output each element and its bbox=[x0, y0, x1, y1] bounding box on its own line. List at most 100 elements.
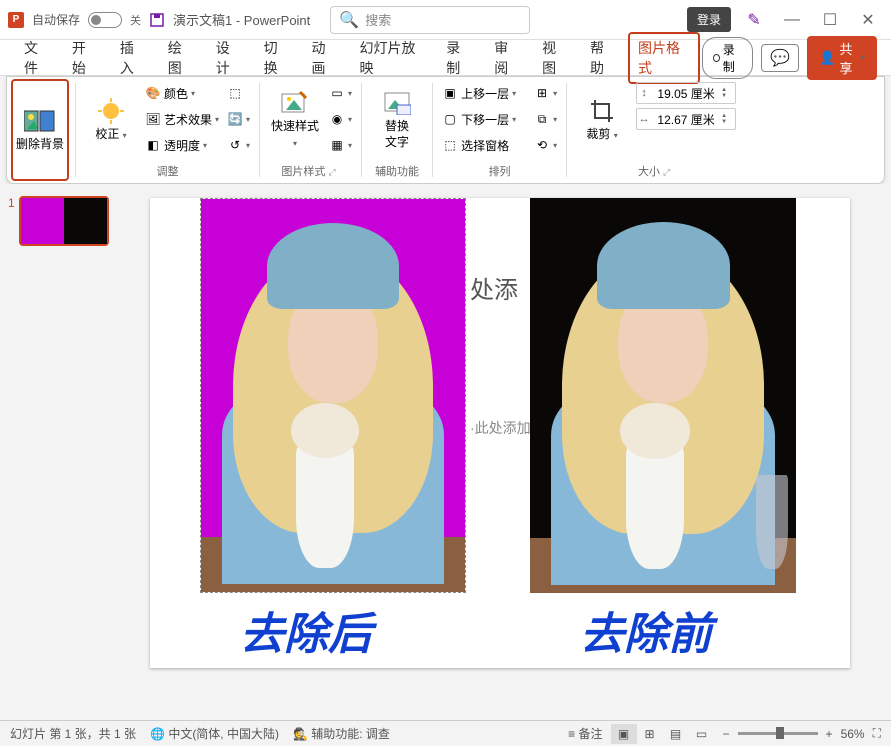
status-bar: 幻灯片 第 1 张，共 1 张 🌐 中文(简体, 中国大陆) 🕵 辅助功能: 调… bbox=[0, 720, 891, 746]
height-icon: ↕ bbox=[637, 87, 651, 99]
normal-view-button[interactable]: ▣ bbox=[611, 724, 637, 744]
corrections-button[interactable]: 校正 ▾ bbox=[82, 79, 140, 161]
tab-home[interactable]: 开始 bbox=[62, 32, 108, 84]
group-acc-label: 辅助功能 bbox=[368, 161, 426, 181]
group-button[interactable]: ⧉▾ bbox=[533, 107, 558, 131]
tab-file[interactable]: 文件 bbox=[14, 32, 60, 84]
compress-button[interactable]: ⬚ bbox=[226, 81, 251, 105]
change-pic-icon: 🔄 bbox=[227, 111, 243, 127]
selection-icon: ⬚ bbox=[442, 137, 458, 153]
tab-picture-format[interactable]: 图片格式 bbox=[628, 32, 700, 84]
zoom-slider[interactable] bbox=[738, 732, 818, 735]
slide-canvas[interactable]: 处添 ·此处添加 bbox=[130, 184, 891, 724]
reset-picture-button[interactable]: ↺▾ bbox=[226, 133, 251, 157]
pen-icon[interactable]: ✎ bbox=[739, 5, 769, 35]
fit-window-button[interactable]: ⛶ bbox=[873, 726, 881, 741]
accessibility-check[interactable]: 🕵 辅助功能: 调查 bbox=[293, 725, 390, 742]
tab-insert[interactable]: 插入 bbox=[110, 32, 156, 84]
crop-label: 裁剪 bbox=[586, 127, 610, 141]
caption-after: 去除后 bbox=[240, 598, 372, 662]
record-button[interactable]: 录制 bbox=[702, 37, 754, 79]
record-dot-icon bbox=[713, 54, 720, 62]
maximize-icon[interactable]: ☐ bbox=[815, 5, 845, 35]
login-button[interactable]: 登录 bbox=[687, 7, 731, 32]
picture-border-button[interactable]: ▭▾ bbox=[328, 81, 353, 105]
subtitle-placeholder[interactable]: ·此处添加 bbox=[470, 418, 531, 438]
image-before-content bbox=[530, 198, 796, 593]
sorter-view-button[interactable]: ⊞ bbox=[637, 724, 663, 744]
notes-label: 备注 bbox=[579, 727, 603, 741]
align-button[interactable]: ⊞▾ bbox=[533, 81, 558, 105]
styles-dialog-launcher[interactable]: ⤢ bbox=[328, 167, 339, 177]
image-before[interactable] bbox=[530, 198, 796, 593]
tab-animations[interactable]: 动画 bbox=[302, 32, 348, 84]
rotate-button[interactable]: ⟲▾ bbox=[533, 133, 558, 157]
chevron-down-icon: ▾ bbox=[861, 53, 865, 62]
width-spinner[interactable]: ▲▼ bbox=[721, 113, 735, 125]
send-back-icon: ▢ bbox=[442, 111, 458, 127]
save-icon[interactable] bbox=[149, 12, 165, 28]
close-icon[interactable]: ✕ bbox=[853, 5, 883, 35]
reset-icon: ↺ bbox=[227, 137, 243, 153]
ribbon: 删除背景 校正 ▾ 🎨颜色▾ 🖼艺术效果▾ ◧透明度▾ ⬚ 🔄▾ ↺▾ 调整 bbox=[6, 76, 885, 184]
alt-text-button[interactable]: 替换 文字 bbox=[368, 79, 426, 161]
zoom-level[interactable]: 56% bbox=[841, 727, 865, 741]
color-label: 颜色 bbox=[164, 85, 188, 102]
picture-effects-button[interactable]: ◉▾ bbox=[328, 107, 353, 131]
tab-help[interactable]: 帮助 bbox=[580, 32, 626, 84]
transparency-button[interactable]: ◧透明度▾ bbox=[144, 133, 220, 157]
selection-pane-button[interactable]: ⬚选择窗格 bbox=[441, 133, 527, 157]
bring-fwd-label: 上移一层 bbox=[461, 85, 509, 102]
artistic-effects-button[interactable]: 🖼艺术效果▾ bbox=[144, 107, 220, 131]
color-icon: 🎨 bbox=[145, 85, 161, 101]
group-size-label: 大小 bbox=[638, 166, 660, 178]
slide-counter[interactable]: 幻灯片 第 1 张，共 1 张 bbox=[10, 725, 136, 742]
transparency-label: 透明度 bbox=[164, 137, 200, 154]
height-spinner[interactable]: ▲▼ bbox=[721, 87, 735, 99]
selection-label: 选择窗格 bbox=[461, 137, 509, 154]
reading-view-button[interactable]: ▤ bbox=[663, 724, 689, 744]
artistic-icon: 🖼 bbox=[145, 111, 161, 127]
search-input[interactable]: 🔍 搜索 bbox=[330, 6, 530, 34]
minimize-icon[interactable]: — bbox=[777, 5, 807, 35]
tab-review[interactable]: 审阅 bbox=[484, 32, 530, 84]
quick-styles-button[interactable]: 快速样式 ▾ bbox=[266, 79, 324, 161]
document-title: 演示文稿1 - PowerPoint bbox=[173, 10, 310, 29]
zoom-out-button[interactable]: − bbox=[723, 727, 730, 741]
corrections-icon bbox=[95, 97, 127, 125]
zoom-in-button[interactable]: + bbox=[826, 727, 833, 741]
width-value: 12.67 厘米 bbox=[651, 111, 721, 128]
size-dialog-launcher[interactable]: ⤢ bbox=[663, 167, 674, 177]
change-picture-button[interactable]: 🔄▾ bbox=[226, 107, 251, 131]
slide-thumbnail[interactable]: 1 bbox=[8, 196, 122, 246]
tab-design[interactable]: 设计 bbox=[206, 32, 252, 84]
lang-label: 中文(简体, 中国大陆) bbox=[168, 727, 279, 741]
bring-forward-button[interactable]: ▣上移一层▾ bbox=[441, 81, 527, 105]
slideshow-view-button[interactable]: ▭ bbox=[689, 724, 715, 744]
share-button[interactable]: 👤共享▾ bbox=[807, 36, 877, 80]
tab-draw[interactable]: 绘图 bbox=[158, 32, 204, 84]
notes-button[interactable]: ≡ 备注 bbox=[568, 725, 602, 742]
autosave-toggle[interactable] bbox=[88, 12, 122, 28]
width-icon: ↔ bbox=[637, 113, 651, 125]
crop-icon bbox=[586, 97, 618, 125]
remove-bg-icon bbox=[24, 107, 56, 135]
tab-record[interactable]: 录制 bbox=[436, 32, 482, 84]
color-button[interactable]: 🎨颜色▾ bbox=[144, 81, 220, 105]
tab-slideshow[interactable]: 幻灯片放映 bbox=[349, 32, 434, 84]
send-backward-button[interactable]: ▢下移一层▾ bbox=[441, 107, 527, 131]
crop-button[interactable]: 裁剪 ▾ bbox=[573, 79, 631, 161]
compress-icon: ⬚ bbox=[227, 85, 243, 101]
tab-view[interactable]: 视图 bbox=[532, 32, 578, 84]
width-input[interactable]: ↔ 12.67 厘米 ▲▼ bbox=[636, 108, 736, 130]
picture-layout-button[interactable]: ▦▾ bbox=[328, 133, 353, 157]
acc-label: 辅助功能: 调查 bbox=[311, 727, 390, 741]
tab-transitions[interactable]: 切换 bbox=[254, 32, 300, 84]
image-after[interactable] bbox=[200, 198, 466, 593]
lang-indicator[interactable]: 🌐 中文(简体, 中国大陆) bbox=[150, 725, 279, 742]
caption-before: 去除前 bbox=[580, 598, 712, 662]
height-input[interactable]: ↕ 19.05 厘米 ▲▼ bbox=[636, 82, 736, 104]
comments-button[interactable]: 💬 bbox=[761, 44, 799, 72]
group-adjust-label: 调整 bbox=[82, 161, 253, 181]
remove-background-button[interactable]: 删除背景 bbox=[11, 79, 69, 181]
